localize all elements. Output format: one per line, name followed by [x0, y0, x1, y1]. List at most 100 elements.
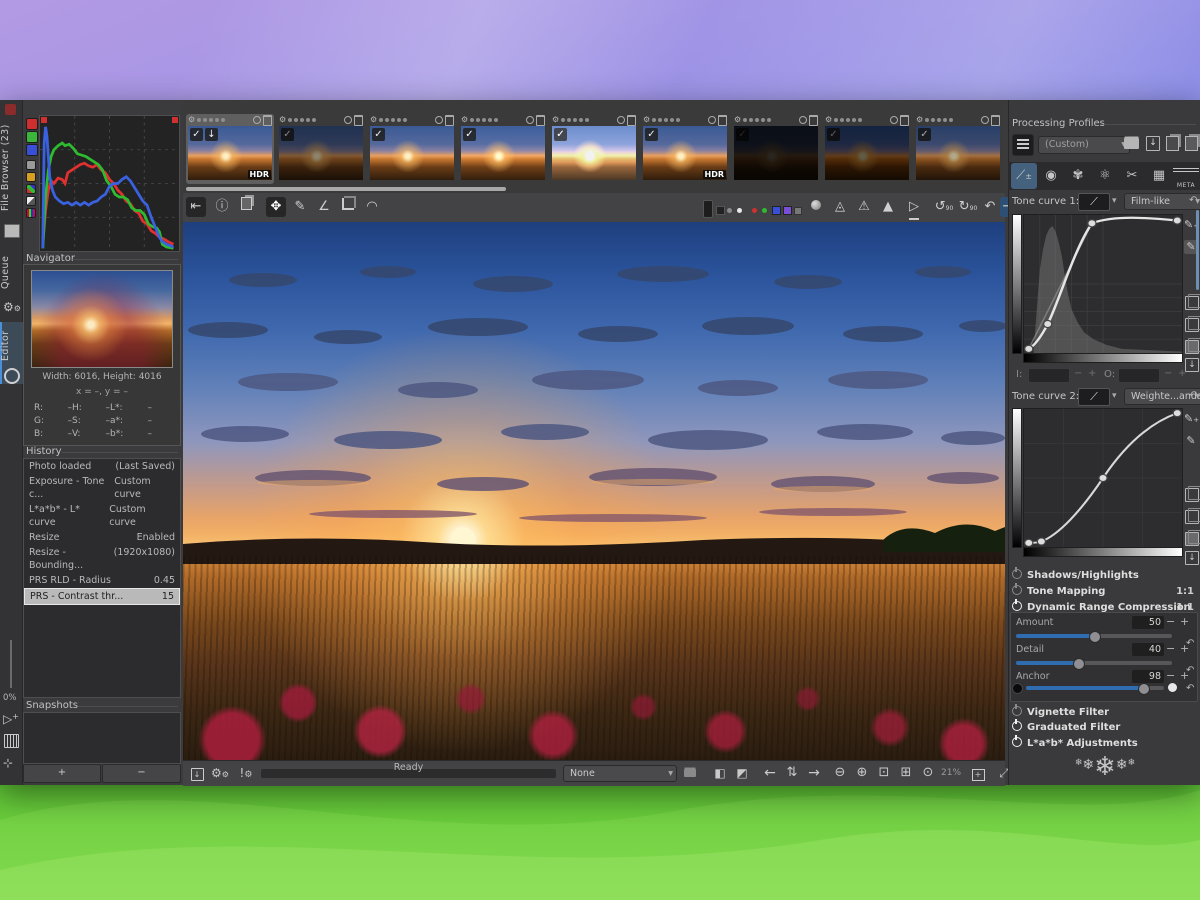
next-image-icon[interactable]: → [805, 764, 823, 782]
new-detail-window-icon[interactable]: + [969, 764, 987, 782]
filmstrip-thumb[interactable]: ⚙✓ [368, 114, 456, 184]
slider-knob[interactable] [1138, 683, 1150, 695]
color-label-icon[interactable] [708, 116, 716, 124]
tab-queue[interactable]: Queue [0, 250, 22, 294]
check-badge[interactable]: ✓ [463, 128, 476, 141]
filmstrip-thumb[interactable]: ⚙✓ [823, 114, 911, 184]
gear-icon[interactable]: ⚙ [279, 115, 286, 125]
send-to-editor-icon[interactable]: !⚙ [237, 764, 255, 782]
shadow-clip-indicator[interactable] [41, 117, 47, 123]
thumb-image[interactable]: ✓ [916, 126, 1000, 180]
io-i-value[interactable] [1028, 368, 1070, 383]
profile-folder-icon[interactable] [1124, 138, 1139, 149]
io-o-value[interactable] [1118, 368, 1160, 383]
anchor-reset-icon[interactable]: ↶ [1186, 683, 1194, 694]
tool-lab-adjustments[interactable]: L*a*b* Adjustments [1010, 736, 1198, 751]
star-rating[interactable] [925, 118, 979, 122]
detail-tab[interactable]: ◉ [1038, 163, 1064, 189]
blue-channel-button[interactable] [26, 144, 38, 156]
history-row[interactable]: Resize - Bounding...(1920x1080) [24, 545, 180, 573]
highlight-clip-icon[interactable]: ▲ [878, 197, 898, 217]
profile-save-icon[interactable]: ↓ [1146, 136, 1160, 151]
detail-plus[interactable]: + [1180, 642, 1189, 655]
metadata-tab[interactable]: META [1173, 163, 1199, 189]
gear-icon[interactable]: ⚙ [188, 115, 195, 125]
snapshots-panel[interactable] [23, 712, 181, 764]
io-o-minus[interactable]: − [1164, 368, 1172, 379]
gear-icon[interactable]: ⚙ [825, 115, 832, 125]
color-label-icon[interactable] [344, 116, 352, 124]
check-badge[interactable]: ✓ [554, 128, 567, 141]
check-badge[interactable]: ✓ [372, 128, 385, 141]
snapshot-add-button[interactable]: + [23, 764, 101, 783]
color-label-icon[interactable] [799, 116, 807, 124]
undo-icon[interactable]: ↶ [980, 197, 1000, 217]
detail-slider[interactable] [1016, 661, 1172, 665]
star-rating[interactable] [561, 118, 615, 122]
raw-tab[interactable]: ▦ [1146, 163, 1172, 189]
star-rating[interactable] [743, 118, 797, 122]
prev-image-icon[interactable]: ← [761, 764, 779, 782]
history-row[interactable]: Exposure - Tone c...Custom curve [24, 474, 180, 502]
straighten-icon[interactable]: ∠ [314, 197, 334, 217]
curve-save-icon[interactable]: ↓ [1185, 551, 1199, 565]
color-label-icon[interactable] [435, 116, 443, 124]
anchor-minus[interactable]: − [1166, 669, 1175, 682]
history-panel[interactable]: Photo loaded(Last Saved)Exposure - Tone … [23, 458, 181, 698]
queue-gears-icon[interactable]: ⚙⚙ [211, 764, 229, 782]
tool-tone-mapping[interactable]: Tone Mapping1:1 [1010, 584, 1198, 599]
violet-swatch[interactable] [783, 206, 792, 215]
bg-black-swatch[interactable] [716, 206, 725, 215]
luminosity-button[interactable] [26, 160, 36, 170]
curve-copy-icon[interactable] [1185, 296, 1199, 310]
zoom-in-icon[interactable]: ⊕ [853, 764, 871, 782]
amount-slider[interactable] [1016, 634, 1172, 638]
check-badge[interactable]: ✓ [645, 128, 658, 141]
thumb-image[interactable]: ✓HDR [643, 126, 727, 180]
amount-plus[interactable]: + [1180, 615, 1189, 628]
star-rating[interactable] [652, 118, 706, 122]
chevron-down-icon[interactable]: ▾ [1112, 391, 1117, 401]
focus-mask-icon[interactable]: ◬ [830, 197, 850, 217]
gear-icon[interactable]: ⚙ [552, 115, 559, 125]
sort-icon[interactable]: ⇅ [783, 764, 801, 782]
io-i-minus[interactable]: − [1074, 368, 1082, 379]
flip-vertical-icon[interactable]: ◩ [733, 764, 751, 782]
curve-folder-icon[interactable] [1185, 532, 1199, 546]
gamut-check-icon[interactable]: ▷ [904, 197, 924, 217]
trash-icon[interactable] [718, 115, 727, 126]
zoom-fit-crop-icon[interactable]: ⊞ [897, 764, 915, 782]
history-row[interactable]: L*a*b* - L* curveCustom curve [24, 502, 180, 530]
gear-icon[interactable]: ⚙ [643, 115, 650, 125]
tone-curve-1-editor[interactable] [1023, 214, 1183, 354]
anchor-plus[interactable]: + [1180, 669, 1189, 682]
io-i-plus[interactable]: + [1088, 368, 1096, 379]
rotate-right-icon[interactable]: ↻90 [958, 197, 978, 217]
folder-icon[interactable] [681, 764, 699, 782]
history-row[interactable]: Photo loaded(Last Saved) [24, 459, 180, 474]
profile-copy-icon[interactable] [1166, 136, 1179, 151]
blue-swatch[interactable] [772, 206, 781, 215]
curve-type-1-button[interactable]: ⟋ [1078, 193, 1110, 211]
scale-mode-button[interactable] [26, 208, 36, 218]
history-row[interactable]: ResizeEnabled [24, 530, 180, 545]
tone-curve-1-reset-icon[interactable]: ↶ [1189, 195, 1197, 206]
green-swatch[interactable] [762, 208, 767, 213]
thumb-image[interactable]: ✓ [279, 126, 363, 180]
trash-icon[interactable] [536, 115, 545, 126]
bg-gray-swatch[interactable] [727, 208, 732, 213]
power-icon[interactable] [1012, 585, 1022, 595]
transform-tab[interactable]: ✂ [1119, 163, 1145, 189]
thumb-image[interactable]: ✓ [461, 126, 545, 180]
profile-select[interactable]: (Custom) [1038, 136, 1130, 154]
copy-icon[interactable] [236, 197, 256, 217]
tone-curve-2-editor[interactable] [1023, 408, 1183, 548]
thumb-image[interactable]: ✓ [825, 126, 909, 180]
gear-icon[interactable]: ⚙ [916, 115, 923, 125]
filmstrip-thumb[interactable]: ⚙✓ [277, 114, 365, 184]
colorpicker-icon[interactable]: ✎ [290, 197, 310, 217]
star-rating[interactable] [470, 118, 524, 122]
star-rating[interactable] [197, 118, 251, 122]
curve-paste-icon[interactable] [1185, 510, 1199, 524]
tool-shadows-highlights[interactable]: Shadows/Highlights [1010, 568, 1198, 583]
